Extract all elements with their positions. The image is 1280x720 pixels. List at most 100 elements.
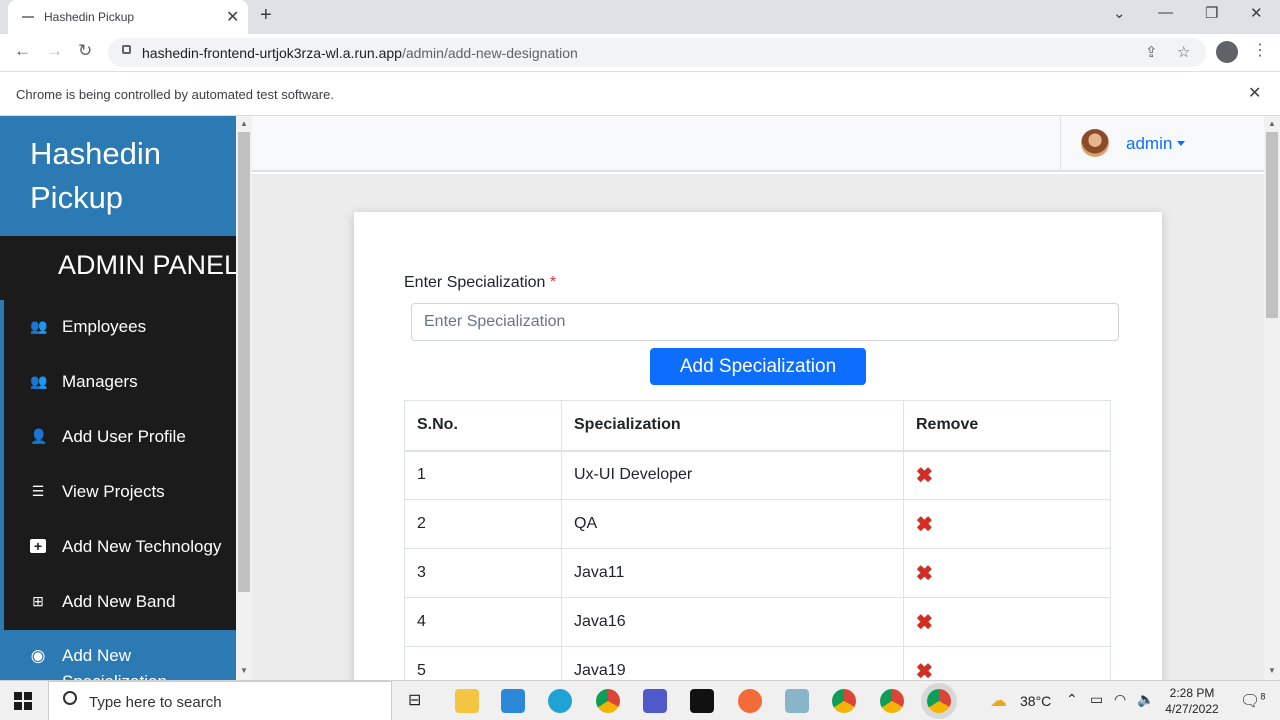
tab-search-icon[interactable]: ⌄ <box>1113 4 1126 22</box>
chrome-icon[interactable] <box>832 689 856 713</box>
sidebar-scroll-thumb[interactable] <box>238 132 250 592</box>
header-specialization: Specialization <box>561 400 904 452</box>
browser-toolbar: ← → ↻ hashedin-frontend-urtjok3rza-wl.a.… <box>0 34 1280 72</box>
temperature[interactable]: 38°C <box>1020 693 1051 709</box>
sidebar-item-add-new-technology[interactable]: + Add New Technology <box>0 520 236 575</box>
browser-menu-icon[interactable]: ⋮ <box>1252 40 1268 60</box>
sidebar-item-add-new-specialization[interactable]: ◉ Add New Specialization <box>0 630 236 680</box>
remove-x-icon[interactable]: ✖ <box>916 514 933 536</box>
user-plus-icon: 👤 <box>30 428 48 444</box>
reload-icon[interactable]: ↻ <box>78 41 92 61</box>
weather-icon[interactable]: ☁ <box>990 691 1007 711</box>
cell-specialization: Ux-UI Developer <box>561 450 904 500</box>
notification-count: 8 <box>1260 691 1266 702</box>
sidebar-item-add-user-profile[interactable]: 👤 Add User Profile <box>0 410 236 465</box>
cell-specialization: Java16 <box>561 597 904 647</box>
taskbar-search[interactable]: Type here to search <box>48 681 392 720</box>
teams-icon[interactable] <box>643 689 667 713</box>
cell-sno: 4 <box>404 597 562 647</box>
remove-x-icon[interactable]: ✖ <box>916 563 933 585</box>
page-scrollbar[interactable]: ▲ ▼ <box>1264 116 1280 680</box>
back-icon[interactable]: ← <box>14 41 31 61</box>
table-row: 3 Java11 ✖ <box>404 548 1111 598</box>
user-avatar[interactable] <box>1081 129 1109 157</box>
remove-x-icon[interactable]: ✖ <box>916 612 933 634</box>
chrome-icon[interactable] <box>880 689 904 713</box>
edge-icon[interactable] <box>548 689 572 713</box>
admin-dropdown[interactable]: admin <box>1126 134 1186 154</box>
tab-favicon-icon <box>22 16 34 18</box>
share-icon[interactable]: ⇪ <box>1145 43 1158 61</box>
sidebar-item-label: View Projects <box>62 482 165 501</box>
header-sno: S.No. <box>404 400 562 452</box>
scroll-up-icon[interactable]: ▲ <box>1268 119 1276 128</box>
profile-avatar-icon[interactable] <box>1216 41 1238 63</box>
remove-x-icon[interactable]: ✖ <box>916 465 933 487</box>
required-marker: * <box>549 274 557 291</box>
sidebar-item-employees[interactable]: 👥 Employees <box>0 300 236 355</box>
postman-icon[interactable] <box>738 689 762 713</box>
plus-square-icon: + <box>30 539 46 553</box>
chrome-active-icon[interactable] <box>927 689 951 713</box>
tray-chevron-icon[interactable]: ⌃ <box>1066 691 1078 708</box>
specialization-input[interactable] <box>411 303 1119 341</box>
window-close-icon[interactable]: ✕ <box>1250 4 1263 22</box>
sidebar-item-label: Add New Technology <box>62 537 222 556</box>
table-row: 2 QA ✖ <box>404 499 1111 549</box>
new-tab-icon[interactable]: + <box>260 4 272 27</box>
sidebar-item-add-new-band[interactable]: ⊞ Add New Band <box>0 575 236 630</box>
minimize-icon[interactable]: — <box>1158 4 1173 21</box>
volume-icon[interactable]: 🔈 <box>1137 691 1154 708</box>
sidebar-item-view-projects[interactable]: ☰ View Projects <box>0 465 236 520</box>
cell-specialization: QA <box>561 499 904 549</box>
list-icon: ☰ <box>31 483 45 499</box>
brand-title[interactable]: Hashedin Pickup <box>30 132 230 220</box>
plus-square-outline-icon: ⊞ <box>32 593 44 609</box>
file-explorer-icon[interactable] <box>455 689 479 713</box>
clock-time: 2:28 PM <box>1169 686 1215 700</box>
add-specialization-button[interactable]: Add Specialization <box>650 348 866 385</box>
browser-tab[interactable]: Hashedin Pickup ✕ <box>8 0 248 34</box>
store-icon[interactable] <box>501 689 525 713</box>
sidebar-item-label: Managers <box>62 372 138 391</box>
caret-down-icon <box>1177 141 1186 146</box>
notification-icon[interactable]: 🗨8 <box>1240 691 1265 711</box>
cell-sno: 2 <box>404 499 562 549</box>
scroll-down-icon[interactable]: ▼ <box>1268 666 1276 675</box>
url-text: hashedin-frontend-urtjok3rza-wl.a.run.ap… <box>142 45 578 61</box>
restore-icon[interactable]: ❐ <box>1205 4 1218 22</box>
windows-start-icon[interactable] <box>14 692 32 710</box>
notepad-icon[interactable] <box>785 689 809 713</box>
table-row: 4 Java16 ✖ <box>404 597 1111 647</box>
bookmark-star-icon[interactable]: ☆ <box>1177 43 1190 61</box>
battery-icon[interactable]: ▭ <box>1090 691 1103 708</box>
sidebar-scrollbar[interactable]: ▲ ▼ <box>236 116 252 680</box>
search-icon <box>63 691 77 705</box>
page-scroll-thumb[interactable] <box>1266 132 1278 318</box>
sidebar-item-managers[interactable]: 👥 Managers <box>0 355 236 410</box>
infobar-close-icon[interactable]: ✕ <box>1248 83 1261 103</box>
taskbar-search-placeholder: Type here to search <box>89 694 222 711</box>
scroll-up-icon[interactable]: ▲ <box>240 119 248 128</box>
scroll-down-icon[interactable]: ▼ <box>240 666 248 675</box>
forward-icon[interactable]: → <box>46 41 63 61</box>
lock-icon <box>122 45 131 54</box>
specialization-table: S.No. Specialization Remove 1 Ux-UI Deve… <box>404 400 1111 696</box>
cell-specialization: Java11 <box>561 548 904 598</box>
specialization-card: Enter Specialization * Add Specializatio… <box>354 212 1162 696</box>
wifi-icon[interactable]: ◠ <box>1114 691 1126 708</box>
tab-close-icon[interactable]: ✕ <box>226 7 239 27</box>
intellij-icon[interactable] <box>690 689 714 713</box>
system-clock[interactable]: 2:28 PM 4/27/2022 <box>1160 685 1224 717</box>
user-circle-icon: ◉ <box>30 646 46 665</box>
sidebar-menu: 👥 Employees 👥 Managers 👤 Add User Profil… <box>0 300 236 680</box>
chrome-icon[interactable] <box>596 689 620 713</box>
table-row: 1 Ux-UI Developer ✖ <box>404 450 1111 500</box>
sidebar-item-label: Add New Specialization <box>62 646 167 680</box>
task-view-icon[interactable]: ⊟ <box>408 690 421 710</box>
admin-panel-title: ADMIN PANEL <box>58 250 236 280</box>
browser-tab-bar: Hashedin Pickup ✕ + ⌄ — ❐ ✕ <box>0 0 1280 34</box>
header-remove: Remove <box>903 400 1111 452</box>
sidebar: Hashedin Pickup ADMIN PANEL 👥 Employees … <box>0 116 236 680</box>
address-bar[interactable]: hashedin-frontend-urtjok3rza-wl.a.run.ap… <box>108 38 1206 67</box>
